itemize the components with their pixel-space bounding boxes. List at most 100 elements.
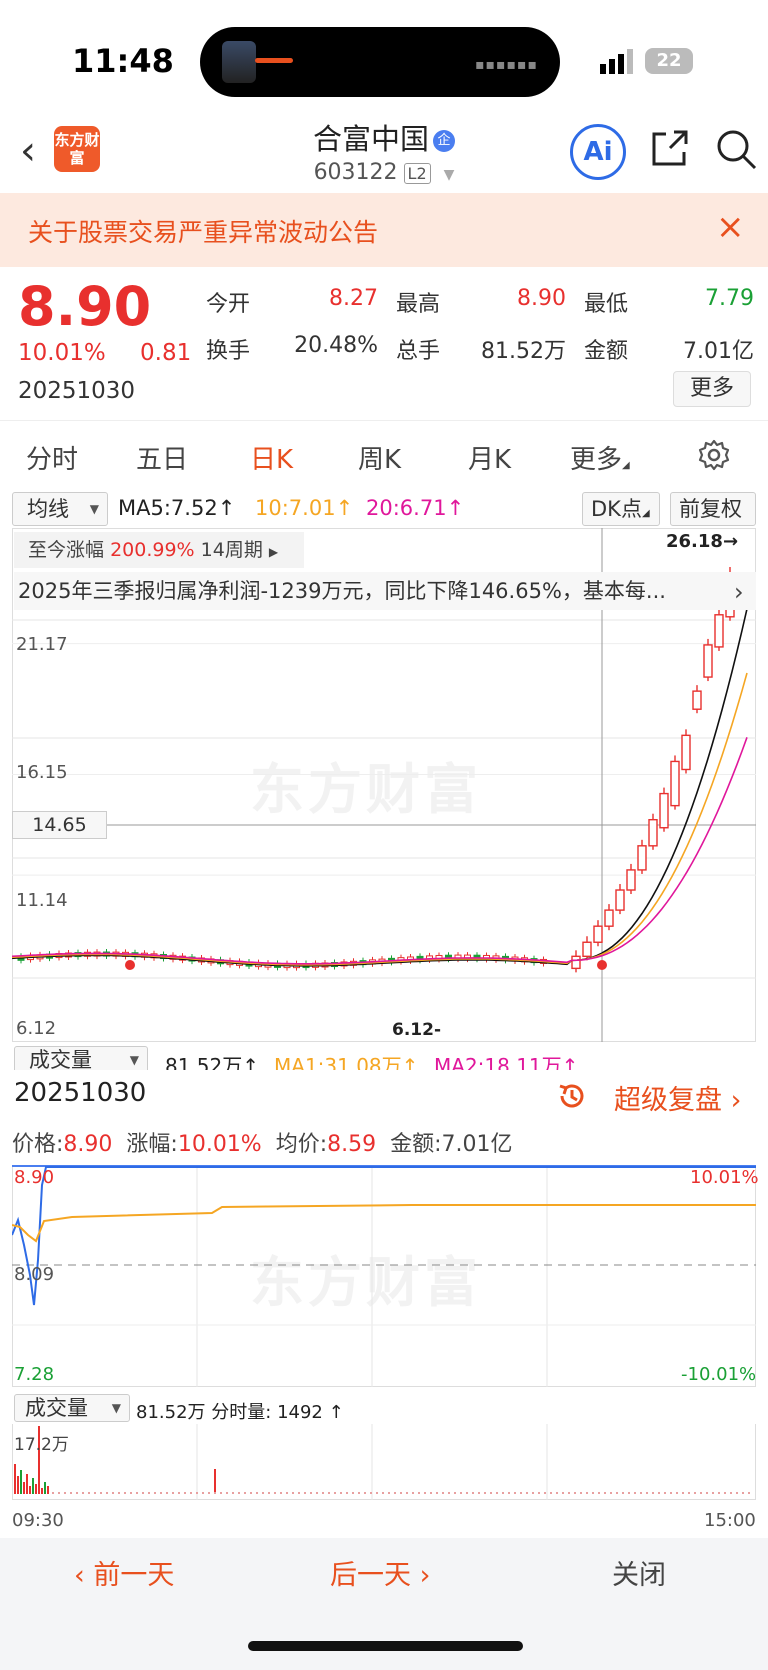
volume-bar (124, 1492, 126, 1494)
history-icon[interactable] (556, 1080, 588, 1112)
volume-bar (730, 1492, 732, 1494)
candle (659, 792, 669, 829)
volume-bar (466, 1492, 468, 1494)
volume-bar (316, 1492, 318, 1494)
ma20-line (12, 737, 748, 965)
volume-bar (544, 1492, 546, 1494)
volume-bar (14, 1464, 16, 1494)
prev-day-button[interactable]: ‹ 前一天 (74, 1553, 174, 1592)
caret-right-icon: ▶ (268, 545, 279, 559)
volume-bar (508, 1492, 510, 1494)
tab-minute[interactable]: 分时 (26, 439, 78, 476)
news-ticker[interactable]: 2025年三季报归属净利润-1239万元，同比下降146.65%，基本每... (14, 572, 756, 610)
volume-bar (26, 1474, 28, 1494)
volume-bar (472, 1492, 474, 1494)
intraday-info-row: 价格:8.90 涨幅:10.01% 均价:8.59 金额:7.01亿 (12, 1132, 513, 1157)
close-button[interactable]: 关闭 (612, 1553, 666, 1592)
tab-five-day[interactable]: 五日 (136, 439, 188, 476)
stock-name: 合富中国 (312, 122, 429, 156)
volume-bar (556, 1492, 558, 1494)
candle (593, 925, 603, 943)
quote-value: 8.90 (517, 286, 566, 311)
volume-bar (35, 1484, 37, 1494)
volume-bar (88, 1492, 90, 1494)
notice-text[interactable]: 关于股票交易严重异常波动公告 (28, 213, 378, 249)
ma5-line (12, 608, 748, 967)
waveform-icon: ▪▪▪▪▪▪ (475, 57, 538, 73)
caret-down-icon: ▼ (89, 502, 99, 516)
next-day-button[interactable]: 后一天 › (330, 1553, 430, 1592)
volume-bar (640, 1492, 642, 1494)
period-tabs: 分时 五日 日K 周K 月K 更多◢ (0, 420, 768, 484)
status-bar: 11:48 ▪▪▪▪▪▪ 22 (0, 0, 768, 110)
indicator-selector[interactable]: 均线 ▼ (12, 492, 108, 526)
chevron-left-icon: ‹ (74, 1560, 94, 1591)
gain-period: 14周期 (200, 539, 263, 561)
volume-bar (448, 1492, 450, 1494)
ma5-value: MA5:7.52↑ (118, 496, 236, 520)
y-tick-label: 21.17 (16, 634, 68, 655)
intraday-volume-selector[interactable]: 成交量 ▼ (14, 1394, 130, 1422)
chevron-right-icon[interactable]: › (734, 578, 744, 606)
volume-bar (610, 1492, 612, 1494)
volume-bar (670, 1492, 672, 1494)
volume-bar (394, 1492, 396, 1494)
more-button[interactable]: 更多 (673, 371, 751, 407)
quote-value: 81.52万 (481, 339, 566, 364)
intraday-canvas[interactable] (12, 1165, 756, 1387)
volume-bar (304, 1492, 306, 1494)
volume-bar (58, 1492, 60, 1494)
tab-week-k[interactable]: 周K (358, 439, 401, 476)
ai-button[interactable]: Ai (570, 124, 626, 180)
gain-value: 200.99% (110, 539, 195, 561)
peak-price-label: 26.18→ (666, 531, 739, 552)
y-tick-label: 6.12 (16, 1018, 57, 1039)
price-line (12, 1166, 756, 1306)
crosshair-price-tag: 14.65 (12, 811, 107, 839)
volume-bar (118, 1492, 120, 1494)
change-amount: 0.81 (140, 340, 192, 366)
volume-bar (274, 1492, 276, 1494)
adjust-button[interactable]: 前复权 (670, 492, 756, 526)
quote-label: 总手 (396, 339, 441, 364)
volume-bar (562, 1492, 564, 1494)
dk-point-button[interactable]: DK点◢ (582, 492, 660, 526)
volume-bar (496, 1492, 498, 1494)
volume-bar (346, 1492, 348, 1494)
volume-bar (742, 1492, 744, 1494)
volume-bar (478, 1492, 480, 1494)
close-icon[interactable]: × (716, 207, 745, 247)
volume-bar (628, 1492, 630, 1494)
search-icon[interactable] (715, 128, 757, 170)
candle (571, 955, 581, 970)
super-replay-link[interactable]: 超级复盘 › (614, 1078, 741, 1117)
tab-month-k[interactable]: 月K (468, 439, 511, 476)
dynamic-island: ▪▪▪▪▪▪ (200, 27, 560, 97)
volume-bar (214, 1492, 216, 1494)
quote-label: 换手 (206, 339, 251, 364)
intraday-bottom-price: 7.28 (14, 1364, 55, 1385)
signal-dot (125, 960, 135, 970)
volume-bar (70, 1492, 72, 1494)
volume-bar (376, 1492, 378, 1494)
volume-bar (148, 1492, 150, 1494)
y-tick-label: 11.14 (16, 890, 68, 911)
tab-day-k[interactable]: 日K (250, 439, 293, 476)
quote-value: 7.01亿 (683, 339, 754, 364)
low-price-label: 6.12- (392, 1020, 442, 1040)
volume-bar (490, 1492, 492, 1494)
quote-date: 20251030 (18, 378, 136, 404)
volume-bar (442, 1492, 444, 1494)
gear-icon[interactable] (697, 438, 731, 472)
notice-banner[interactable]: 关于股票交易严重异常波动公告 × (0, 193, 768, 267)
gain-since-stat[interactable]: 至今涨幅 200.99% 14周期 ▶ (14, 532, 304, 568)
volume-bar (634, 1492, 636, 1494)
caret-down-icon: ▼ (443, 167, 455, 183)
share-icon[interactable] (650, 128, 690, 168)
volume-bar (220, 1492, 222, 1494)
candle (604, 909, 614, 927)
tab-more[interactable]: 更多◢ (570, 439, 630, 476)
volume-bar (334, 1492, 336, 1494)
volume-bar (328, 1492, 330, 1494)
volume-bar (44, 1482, 46, 1494)
